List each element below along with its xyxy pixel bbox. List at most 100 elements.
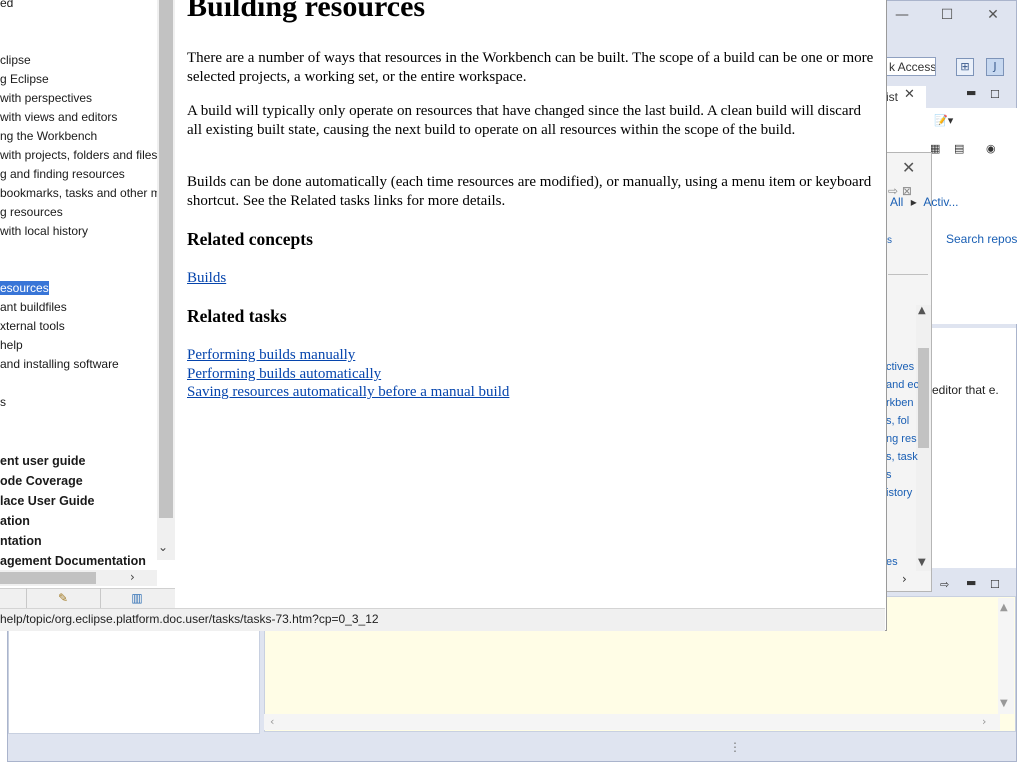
toc-item-label: with views and editors [0,110,118,124]
chevron-up-icon[interactable]: ▲ [918,305,926,316]
list-item[interactable]: es [886,556,898,568]
help-view-panel [932,328,1016,568]
toc-item-label: with local history [0,224,89,238]
maximize-icon[interactable]: ☐ [936,6,958,24]
paragraph: Builds can be done automatically (each t… [187,174,872,209]
help-window: ed clipse g Eclipse with perspectives with v… [0,0,887,631]
toc-item[interactable]: agement Documentation [0,552,146,571]
toc-item[interactable]: ode Coverage [0,472,83,491]
performing-builds-automatically-link[interactable]: Performing builds automatically [187,365,381,384]
toc-item-label: s [0,395,6,409]
popup-scroll-thumb[interactable] [918,348,929,448]
toc-item[interactable]: esources [0,279,49,298]
toc-item[interactable]: with local history [0,222,88,241]
chevron-right-icon[interactable]: › [902,572,907,586]
performing-builds-manually-link[interactable]: Performing builds manually [187,346,355,365]
java-perspective-icon[interactable]: J [986,58,1004,76]
filter-all-link[interactable]: All [890,195,903,209]
help-view-links: ctives and ec rkben s, fol ng res s, tas… [886,358,918,502]
quick-access-input[interactable]: k Access [886,57,936,76]
toolbar-divider [100,588,101,608]
toc-item[interactable]: ntation [0,532,42,551]
toc-item[interactable]: lace User Guide [0,492,95,511]
help-content: Building resources There are a number of… [175,0,885,608]
bookmarks-icon[interactable]: ✎ [54,590,72,606]
saving-resources-link[interactable]: Saving resources automatically before a … [187,383,509,402]
toc-item-label: with projects, folders and files [0,148,158,162]
minimize-view-icon[interactable]: ▬ [966,576,976,589]
chevron-right-icon[interactable]: › [130,570,135,584]
chevron-down-icon[interactable]: ⌄ [158,540,168,554]
toc-item[interactable]: clipse [0,51,31,70]
toc-item[interactable]: with views and editors [0,108,117,127]
builds-link[interactable]: Builds [187,269,226,288]
toc-item[interactable]: ng the Workbench [0,127,97,146]
toc-item-label: with perspectives [0,91,93,105]
toc-item[interactable]: g Eclipse [0,70,49,89]
table-of-contents: ed clipse g Eclipse with perspectives with v… [0,0,175,588]
chevron-left-icon[interactable]: ‹ [270,715,274,728]
toc-item-label: xternal tools [0,319,65,333]
toc-item[interactable]: ation [0,512,30,531]
toc-item-label: ed [0,0,14,10]
toc-item-label: and installing software [0,357,119,371]
open-perspective-icon[interactable]: ⊞ [956,58,974,76]
toc-item-label: ode Coverage [0,474,83,488]
list-item[interactable]: rkben [886,394,918,412]
scheduled-icon[interactable]: ▤ [954,142,964,155]
chevron-down-icon[interactable]: ▼ [918,557,926,568]
view-toolbar-icon[interactable]: ⇨ [940,578,949,591]
book-icon[interactable]: ▥ [128,590,146,606]
toc-item[interactable]: bookmarks, tasks and other m [0,184,161,203]
toc-item[interactable]: with perspectives [0,89,92,108]
chevron-up-icon[interactable]: ▲ [1000,602,1008,613]
toc-item-label: ent user guide [0,454,86,468]
toc-hscroll-thumb[interactable] [0,572,96,584]
minimize-icon[interactable]: — [891,6,913,24]
close-icon[interactable]: ✕ [982,6,1004,24]
chevron-right-icon[interactable]: › [982,715,986,728]
toc-item-label: agement Documentation [0,554,146,568]
maximize-view-icon[interactable]: ☐ [990,88,1000,101]
close-icon[interactable]: ✕ [904,87,915,102]
paragraph: There are a number of ways that resource… [187,50,874,85]
list-item[interactable]: istory [886,484,918,502]
task-filter-links: All ▸ Activ... [890,195,959,209]
toc-item-label: esources [0,281,49,295]
outline-panel [8,630,260,734]
toc-item[interactable]: help [0,336,23,355]
list-item[interactable]: and ec [886,376,918,394]
toc-scroll-thumb[interactable] [159,0,173,518]
toc-item[interactable]: with projects, folders and files [0,146,157,165]
toc-item-label: ation [0,514,30,528]
list-item[interactable]: s, task [886,448,918,466]
list-item[interactable]: s, fol [886,412,918,430]
search-repositories-link[interactable]: Search repos [946,232,1017,246]
toc-item[interactable]: and installing software [0,355,119,374]
toc-item-label: ng the Workbench [0,129,98,143]
toc-item[interactable]: s [0,393,6,412]
toc-item-label: clipse [0,53,31,67]
toc-item-label: g resources [0,205,63,219]
focus-icon[interactable]: ◉ [986,142,996,155]
toc-item[interactable]: ant buildfiles [0,298,67,317]
list-item[interactable]: ctives [886,358,918,376]
maximize-view-icon[interactable]: ☐ [990,578,1000,591]
console-horizontal-scrollbar[interactable] [264,714,1000,730]
filter-active-link[interactable]: Activ... [923,195,958,209]
list-item[interactable]: s [886,466,918,484]
list-item[interactable]: ng res [886,430,918,448]
close-icon[interactable]: ✕ [902,158,915,177]
toc-item[interactable]: g and finding resources [0,165,125,184]
status-bar-grip-icon[interactable]: ⋮ [729,740,741,754]
minimize-view-icon[interactable]: ▬ [966,86,976,99]
toc-item[interactable]: ent user guide [0,452,85,471]
popup-divider [888,274,928,275]
chevron-down-icon[interactable]: ▼ [1000,698,1008,709]
toc-item[interactable]: g resources [0,203,63,222]
toc-item[interactable]: xternal tools [0,317,65,336]
toc-item-label: ntation [0,534,42,548]
new-task-icon[interactable]: 📝▾ [934,114,953,127]
console-vertical-scrollbar[interactable] [998,598,1014,714]
toc-item[interactable]: ed [0,0,13,13]
